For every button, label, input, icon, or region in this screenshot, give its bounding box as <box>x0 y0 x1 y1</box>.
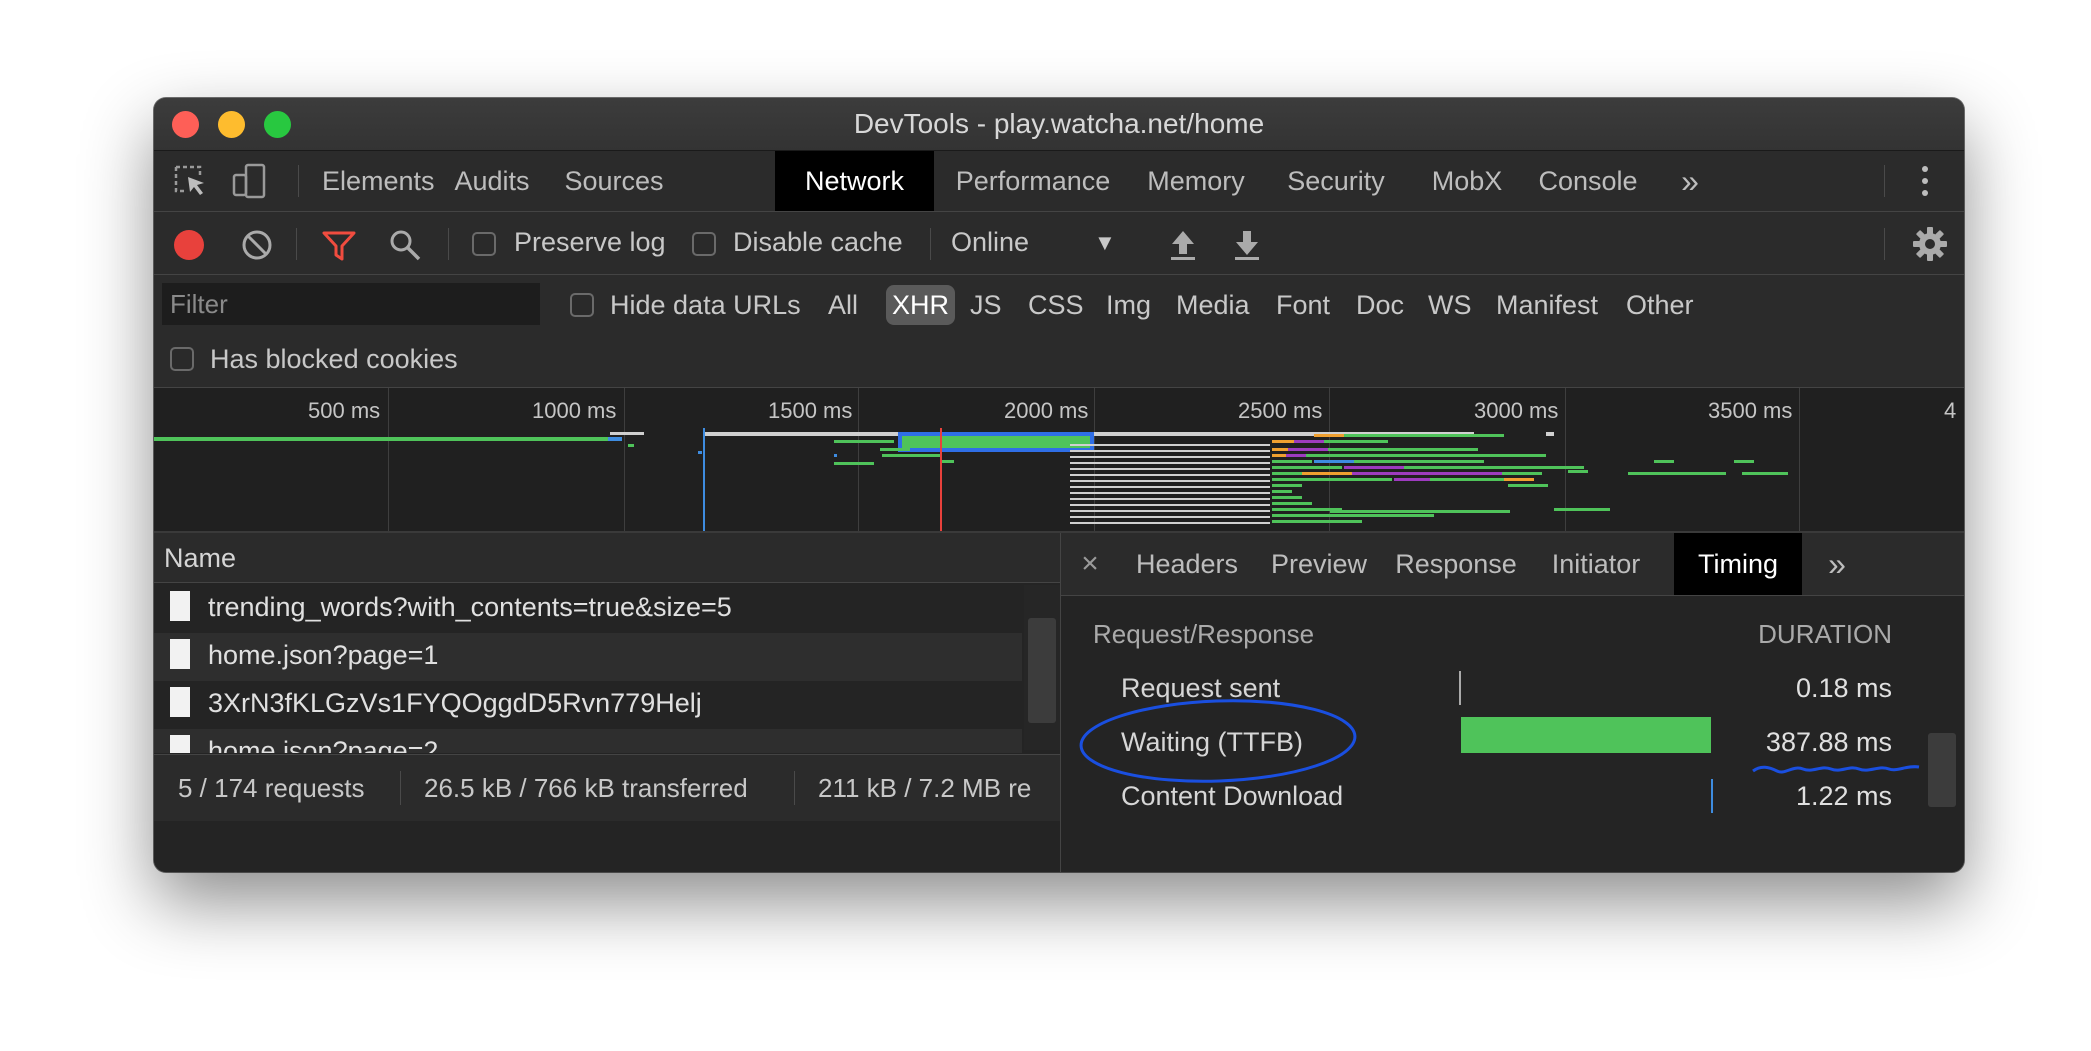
type-filter-doc[interactable]: Doc <box>1356 285 1404 325</box>
timing-duration: 0.18 ms <box>1795 673 1892 703</box>
tab-elements[interactable]: Elements <box>322 151 435 211</box>
tab-initiator[interactable]: Initiator <box>1541 533 1651 595</box>
timing-label: Waiting (TTFB) <box>1121 727 1303 757</box>
request-name: home.json?page=2 <box>208 736 439 753</box>
table-row[interactable]: trending_words?with_contents=true&size=5 <box>154 585 1022 633</box>
type-filter-media[interactable]: Media <box>1176 285 1250 325</box>
request-name: trending_words?with_contents=true&size=5 <box>208 592 732 622</box>
toolbar-divider-right <box>1884 228 1885 260</box>
preserve-log-label: Preserve log <box>514 227 666 257</box>
toolbar-divider-2 <box>448 228 449 260</box>
disable-cache-label: Disable cache <box>733 227 903 257</box>
type-filter-ws[interactable]: WS <box>1428 285 1472 325</box>
filter-bar: Hide data URLs All XHR JS CSS Img Media … <box>154 275 1964 388</box>
throttling-select[interactable]: Online <box>951 227 1029 258</box>
request-list-pane: Name trending_words?with_contents=true&s… <box>154 533 1061 872</box>
status-divider <box>794 771 795 805</box>
content-download-bar <box>1711 779 1713 813</box>
waiting-bar <box>1461 717 1711 753</box>
gear-icon[interactable] <box>1912 226 1948 267</box>
window-title: DevTools - play.watcha.net/home <box>853 108 1265 139</box>
type-filter-font[interactable]: Font <box>1276 285 1330 325</box>
request-list-scroll-thumb[interactable] <box>1028 618 1056 723</box>
network-overview[interactable]: 500 ms 1000 ms 1500 ms 2000 ms 2500 ms 3… <box>154 388 1964 533</box>
preserve-log-checkbox[interactable] <box>472 232 496 256</box>
record-button[interactable] <box>174 230 204 260</box>
tab-performance[interactable]: Performance <box>954 151 1112 211</box>
file-icon <box>170 639 190 669</box>
timing-duration: 1.22 ms <box>1795 781 1892 811</box>
title-bar: DevTools - play.watcha.net/home <box>154 98 1964 151</box>
waterfall-graph <box>154 428 1788 531</box>
import-har-icon[interactable] <box>1168 228 1198 267</box>
has-blocked-cookies-label: Has blocked cookies <box>210 344 458 374</box>
inspect-element-icon[interactable] <box>172 163 212 199</box>
tab-bar-divider-right <box>1884 165 1885 197</box>
type-filter-js[interactable]: JS <box>970 285 1002 325</box>
more-options-icon[interactable] <box>1910 163 1940 199</box>
resources-size: 211 kB / 7.2 MB re <box>818 773 1032 803</box>
tab-memory[interactable]: Memory <box>1136 151 1256 211</box>
status-divider <box>400 771 401 805</box>
timing-duration: 387.88 ms <box>1765 727 1892 757</box>
table-row[interactable]: home.json?page=2 <box>154 729 1022 753</box>
file-icon <box>170 687 190 717</box>
type-filter-xhr[interactable]: XHR <box>886 285 956 325</box>
tab-network[interactable]: Network <box>775 151 934 211</box>
table-row[interactable]: home.json?page=1 <box>154 633 1022 681</box>
request-name: 3XrN3fKLGzVs1FYQOggdD5Rvn779Helj <box>208 688 702 718</box>
export-har-icon[interactable] <box>1232 228 1262 267</box>
device-toolbar-icon[interactable] <box>230 163 270 199</box>
chevron-down-icon[interactable]: ▼ <box>1094 230 1116 256</box>
request-name: home.json?page=1 <box>208 640 439 670</box>
detail-scrollbar[interactable] <box>1928 733 1956 807</box>
timing-section-title: Request/Response <box>1093 619 1315 649</box>
disable-cache-checkbox[interactable] <box>692 232 716 256</box>
filter-icon[interactable] <box>322 230 356 267</box>
clear-icon[interactable] <box>240 228 274 267</box>
tab-headers[interactable]: Headers <box>1131 533 1243 595</box>
filter-input[interactable] <box>162 283 540 325</box>
requests-count: 5 / 174 requests <box>178 773 365 803</box>
main-tab-bar: Elements Audits Sources Network Performa… <box>154 151 1964 212</box>
type-filter-other[interactable]: Other <box>1626 285 1694 325</box>
more-tabs-icon[interactable]: » <box>1670 151 1710 211</box>
hide-data-urls-checkbox[interactable] <box>570 293 594 317</box>
search-icon[interactable] <box>388 228 422 267</box>
request-detail-pane: × Headers Preview Response Initiator Tim… <box>1061 533 1964 872</box>
duration-header: DURATION <box>1758 619 1892 649</box>
network-toolbar: Preserve log Disable cache Online ▼ <box>154 212 1964 275</box>
file-icon <box>170 735 190 753</box>
devtools-window: DevTools - play.watcha.net/home Elements… <box>154 98 1964 872</box>
has-blocked-cookies-checkbox[interactable] <box>170 347 194 371</box>
toolbar-divider <box>296 228 297 260</box>
tab-mobx[interactable]: MobX <box>1420 151 1514 211</box>
tab-console[interactable]: Console <box>1528 151 1648 211</box>
transferred-size: 26.5 kB / 766 kB transferred <box>424 773 748 803</box>
tab-bar-divider <box>298 165 299 197</box>
tab-security[interactable]: Security <box>1276 151 1396 211</box>
tab-response[interactable]: Response <box>1391 533 1521 595</box>
more-detail-tabs-icon[interactable]: » <box>1817 533 1857 595</box>
tab-sources[interactable]: Sources <box>554 151 674 211</box>
status-bar: 5 / 174 requests 26.5 kB / 766 kB transf… <box>154 754 1060 821</box>
hide-data-urls-label: Hide data URLs <box>610 290 801 320</box>
table-row[interactable]: 3XrN3fKLGzVs1FYQOggdD5Rvn779Helj <box>154 681 1022 729</box>
toolbar-divider-3 <box>930 228 931 260</box>
type-filter-css[interactable]: CSS <box>1028 285 1084 325</box>
type-filter-manifest[interactable]: Manifest <box>1496 285 1598 325</box>
type-filter-all[interactable]: All <box>828 285 858 325</box>
file-icon <box>170 591 190 621</box>
timing-label: Content Download <box>1121 781 1344 811</box>
timing-label: Request sent <box>1121 673 1281 703</box>
type-filter-img[interactable]: Img <box>1106 285 1151 325</box>
tab-timing[interactable]: Timing <box>1674 533 1802 595</box>
name-column-header[interactable]: Name <box>154 533 1060 583</box>
detail-tab-bar: × Headers Preview Response Initiator Tim… <box>1061 533 1964 596</box>
close-icon[interactable]: × <box>1075 533 1105 595</box>
request-sent-bar <box>1459 671 1461 705</box>
tab-audits[interactable]: Audits <box>444 151 540 211</box>
tab-preview[interactable]: Preview <box>1267 533 1371 595</box>
